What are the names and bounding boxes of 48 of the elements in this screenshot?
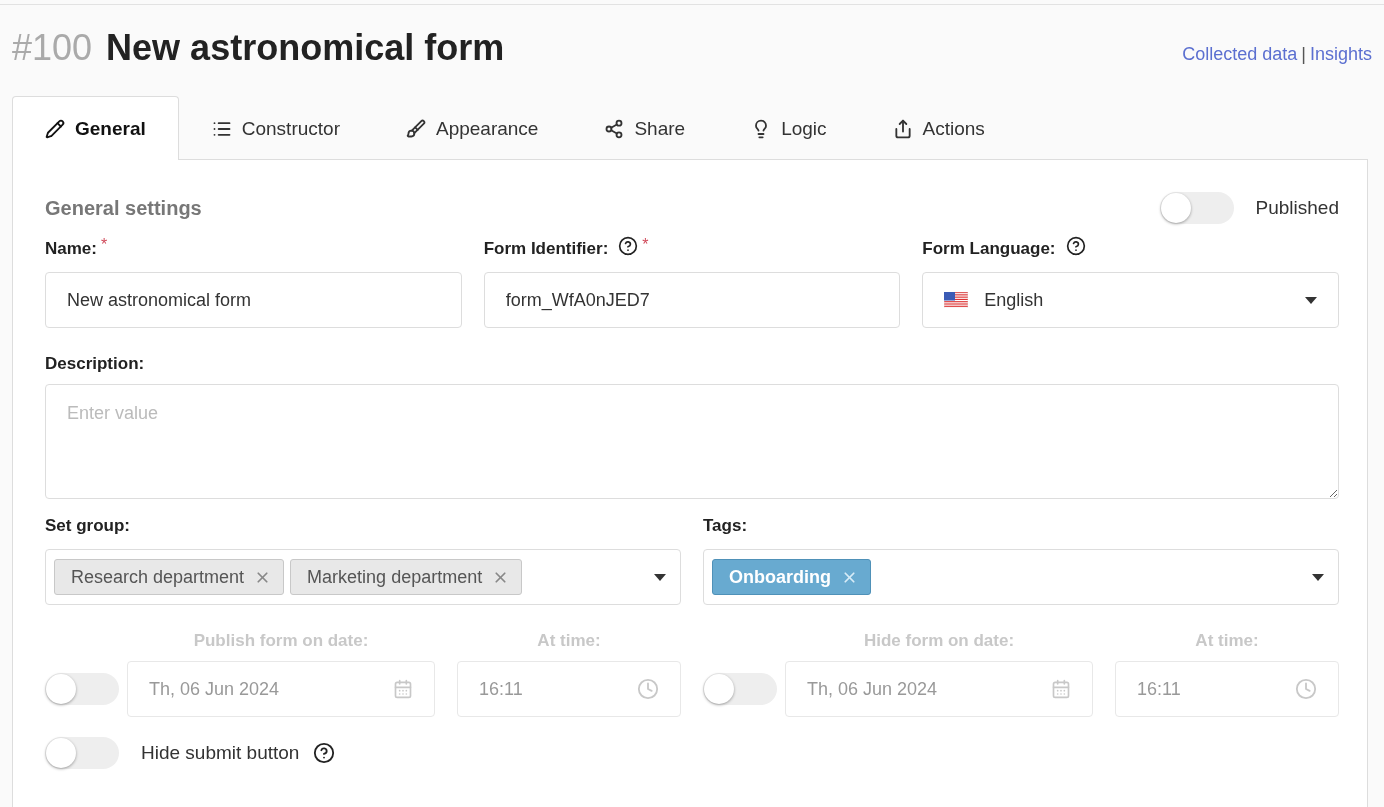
page-title: New astronomical form [106,27,505,69]
tab[interactable]: Appearance [372,96,572,160]
caret-icon [1305,296,1317,304]
tab[interactable]: Actions [859,96,1018,160]
select-value: English [984,289,1044,311]
tab[interactable]: Constructor [178,96,373,160]
field-label: Set group: [45,516,130,536]
caret-icon [654,573,666,581]
clock-icon [1295,678,1317,700]
caret-icon [1312,573,1324,581]
field-label: Name: [45,239,97,259]
export-icon [892,118,913,139]
tab[interactable]: General [12,96,179,160]
tab[interactable]: Share [571,96,719,160]
tab[interactable]: Logic [718,96,860,160]
calendar-icon [393,679,413,699]
calendar-icon [1051,679,1071,699]
required-mark: * [100,236,108,254]
help-icon[interactable] [618,236,639,256]
chip-label: Research department [71,566,245,588]
description-field[interactable]: Enter value [45,384,1339,499]
language-select[interactable]: English [922,272,1339,328]
link-separator: | [1301,44,1306,65]
toggle-switch[interactable] [1159,192,1234,224]
help-icon[interactable] [1065,236,1086,256]
field-label: Tags: [703,516,748,536]
input-field[interactable]: New astronomical form [45,272,462,328]
field-label: Form Identifier: [483,239,609,259]
clock-icon [637,678,659,700]
input-field[interactable]: form_WfA0nJED7 [483,272,901,328]
share-icon [604,118,625,139]
pencil-icon [45,118,65,139]
multi-select[interactable]: Research department Marketing department [45,549,681,605]
toggle-label: Hide submit button [141,742,300,764]
required-mark: * [642,236,649,254]
toggle-label: Published [1255,197,1339,219]
help-icon[interactable] [313,742,336,764]
field-label: Form Language: [922,239,1056,259]
header-link[interactable]: Insights [1309,44,1372,65]
chip-label: Onboarding [729,566,831,588]
form-number: #100 [12,27,93,69]
field-label: Description: [45,354,146,374]
flag-icon [944,292,969,308]
brush-icon [405,118,426,139]
toggle-switch[interactable] [45,737,119,769]
header-link[interactable]: Collected data [1182,44,1298,65]
chip-label: Marketing department [307,566,483,588]
section-title: General settings [45,196,202,220]
